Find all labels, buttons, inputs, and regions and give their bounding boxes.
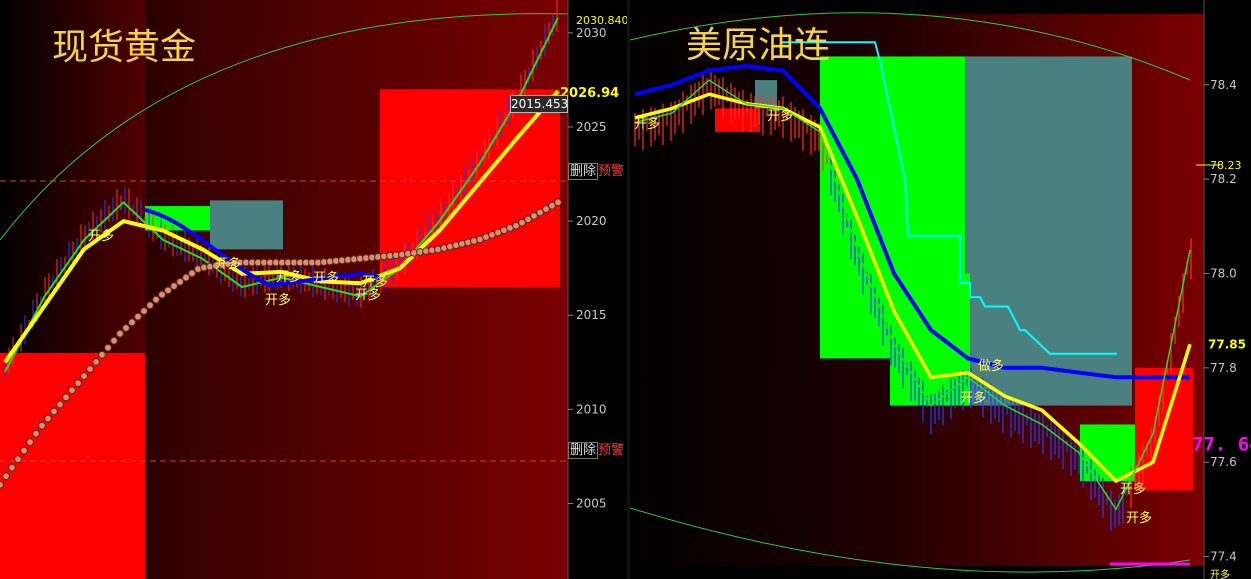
bead-marker xyxy=(56,400,64,409)
axis-bottom-label: 开多 xyxy=(1210,568,1230,579)
signal-label-long: 开多 xyxy=(1120,481,1146,497)
ghost-box xyxy=(210,200,283,250)
bead-marker xyxy=(152,295,160,304)
signal-label-long: 开多 xyxy=(1126,510,1152,526)
bead-marker xyxy=(80,372,88,380)
signal-label-long: 开多 xyxy=(313,270,339,286)
signal-label-long: 做多 xyxy=(978,358,1004,374)
axis-tick-label: 78.4 xyxy=(1210,78,1237,92)
axis-tick-label: 77.8 xyxy=(1210,361,1237,375)
alarm-label: 预警 xyxy=(598,164,625,179)
bead-marker xyxy=(98,350,106,359)
high-price-label: 78.23 xyxy=(1210,159,1242,172)
bead-marker xyxy=(122,324,130,332)
signal-label-long: 开多 xyxy=(88,228,114,244)
signal-label-long: 开多 xyxy=(215,256,241,272)
gold-title: 现货黄金 xyxy=(52,27,197,68)
axis-tick-label: 2005 xyxy=(576,497,607,511)
axis-tick-label: 77.4 xyxy=(1210,550,1237,564)
oil-chart-panel[interactable]: 开多 开多 开多 开多 开多 做多 78.4 78.2 78.0 77.8 77.6 77.4 78.… xyxy=(630,0,1251,579)
gold-crosshair-value: 2015.453 xyxy=(510,95,569,113)
axis-tick-label: 78.0 xyxy=(1210,266,1237,280)
axis-tick-label: 78.2 xyxy=(1210,172,1237,186)
delete-alarm-button[interactable]: 删除 xyxy=(568,163,599,180)
bead-marker xyxy=(0,480,4,489)
gold-chart-svg[interactable]: 开多开多开多开多开多 开多开多 2030202520202015201020052… xyxy=(0,0,630,579)
axis-tick-label: 2025 xyxy=(576,120,607,134)
bead-marker xyxy=(188,269,196,278)
axis-tick-label: 77.6 xyxy=(1210,455,1237,469)
bead-marker xyxy=(158,290,166,299)
axis-tick-label: 2030 xyxy=(576,26,607,40)
bead-marker xyxy=(26,438,34,447)
gold-alarm-1[interactable]: 删除 预警 xyxy=(568,163,625,180)
bead-marker xyxy=(110,336,118,345)
signal-label-long: 开多 xyxy=(265,292,291,308)
bead-marker xyxy=(134,312,142,321)
bead-marker xyxy=(176,277,184,286)
alarm-label: 预警 xyxy=(598,443,625,458)
signal-label-long: 开多 xyxy=(960,390,986,406)
signal-label-long: 开多 xyxy=(276,269,302,285)
bead-marker xyxy=(74,379,82,388)
bead-marker xyxy=(44,414,52,423)
bead-marker xyxy=(116,329,124,338)
current-price-label: 77.85 xyxy=(1208,337,1246,351)
signal-label-long: 开多 xyxy=(634,116,660,132)
bead-marker xyxy=(14,455,22,464)
gold-alarm-2[interactable]: 删除 预警 xyxy=(568,442,625,459)
bead-marker xyxy=(164,286,172,295)
signal-label-long: 开多 xyxy=(355,287,381,303)
bead-marker xyxy=(50,407,58,416)
axis-tick-label: 2010 xyxy=(576,402,607,416)
delete-alarm-button[interactable]: 删除 xyxy=(568,442,599,459)
last-price-label: 77. 64 xyxy=(1192,433,1251,455)
bear-box xyxy=(715,108,760,132)
oil-chart-svg[interactable]: 开多开多开多开多开多做多 78.478.278.077.877.677.478.… xyxy=(630,0,1251,579)
panel-divider[interactable] xyxy=(627,0,630,579)
bead-marker xyxy=(128,318,136,327)
bead-marker xyxy=(8,463,16,472)
bead-marker xyxy=(554,198,562,207)
bead-marker xyxy=(62,393,70,402)
high-price-label: 2030.840 xyxy=(576,14,629,27)
bead-marker xyxy=(32,429,40,438)
bead-marker xyxy=(140,307,148,315)
oil-title: 美原油连 xyxy=(686,25,831,66)
bead-marker xyxy=(68,386,76,395)
bead-marker xyxy=(86,365,94,373)
bead-marker xyxy=(20,446,28,455)
bead-marker xyxy=(104,343,112,352)
current-price-label: 2026.94 xyxy=(560,86,619,101)
bead-marker xyxy=(146,301,154,310)
bead-marker xyxy=(38,421,46,430)
bead-marker xyxy=(92,358,100,366)
axis-tick-label: 2020 xyxy=(576,214,607,228)
chart-workspace: 开多 开多 开多 开多 开多 开多 开多 2030 2025 2020 2015 2010 2005 2… xyxy=(0,0,1251,579)
gold-chart-panel[interactable]: 开多 开多 开多 开多 开多 开多 开多 2030 2025 2020 2015 2010 2005 2… xyxy=(0,0,630,579)
signal-label-long: 开多 xyxy=(767,108,793,124)
axis-tick-label: 2015 xyxy=(576,308,607,322)
bead-marker xyxy=(2,472,10,481)
bead-marker xyxy=(170,282,178,290)
bead-marker xyxy=(182,273,190,282)
